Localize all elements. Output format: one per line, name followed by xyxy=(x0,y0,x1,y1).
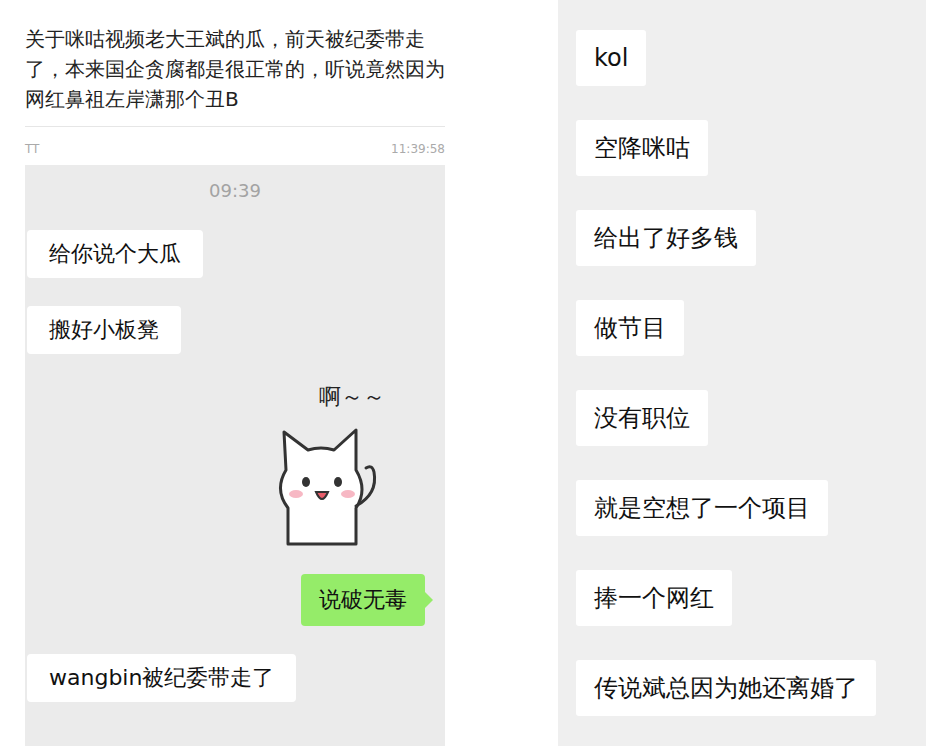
message-bubble: 空降咪咕 xyxy=(576,120,708,176)
message-row: 空降咪咕 xyxy=(576,120,926,176)
message-bubble: wangbin被纪委带走了 xyxy=(27,654,296,702)
message-row: 没有职位 xyxy=(576,390,926,446)
chat-area: 09:39 给你说个大瓜搬好小板凳啊～～ 说破无毒wangbin被纪委带走了 xyxy=(25,165,445,746)
message-row: 传说斌总因为她还离婚了 xyxy=(576,660,926,716)
post-text: 关于咪咕视频老大王斌的瓜，前天被纪委带走了，本来国企贪腐都是很正常的，听说竟然因… xyxy=(25,0,445,126)
message-bubble: 做节目 xyxy=(576,300,684,356)
message-row: 就是空想了一个项目 xyxy=(576,480,926,536)
message-bubble: 传说斌总因为她还离婚了 xyxy=(576,660,876,716)
message-row: 捧一个网红 xyxy=(576,570,926,626)
message-bubble: 就是空想了一个项目 xyxy=(576,480,828,536)
message-bubble: 搬好小板凳 xyxy=(27,306,181,354)
message-bubble: 给出了好多钱 xyxy=(576,210,756,266)
message-row: 搬好小板凳 xyxy=(27,306,443,354)
chat-header: TT 11:39:58 xyxy=(25,127,445,165)
message-row: wangbin被纪委带走了 xyxy=(27,654,443,702)
message-bubble: 说破无毒 xyxy=(301,574,425,626)
chat-time: 11:39:58 xyxy=(391,140,445,158)
message-row: 啊～～ xyxy=(27,382,443,546)
chat-area: kol 空降咪咕给出了好多钱做节目没有职位就是空想了一个项目捧一个网红传说斌总因为… xyxy=(558,0,926,746)
message-row: 给你说个大瓜 xyxy=(27,230,443,278)
bubble-tail xyxy=(425,592,433,608)
message-row: 说破无毒 xyxy=(27,574,443,626)
left-panel: 关于咪咕视频老大王斌的瓜，前天被纪委带走了，本来国企贪腐都是很正常的，听说竟然因… xyxy=(0,0,445,746)
contact-name: TT xyxy=(25,140,39,158)
timestamp: 09:39 xyxy=(25,177,445,204)
message-bubble: 捧一个网红 xyxy=(576,570,732,626)
message-list: 给你说个大瓜搬好小板凳啊～～ 说破无毒wangbin被纪委带走了 xyxy=(25,204,445,702)
message-row: 做节目 xyxy=(576,300,926,356)
message-row: kol xyxy=(576,30,926,86)
message-bubble: 没有职位 xyxy=(576,390,708,446)
sticker: 啊～～ xyxy=(251,382,391,546)
message-row: 给出了好多钱 xyxy=(576,210,926,266)
sticker-text: 啊～～ xyxy=(319,384,391,410)
cat-icon xyxy=(256,410,386,546)
message-bubble: 给你说个大瓜 xyxy=(27,230,203,278)
message-bubble: kol xyxy=(576,30,646,86)
